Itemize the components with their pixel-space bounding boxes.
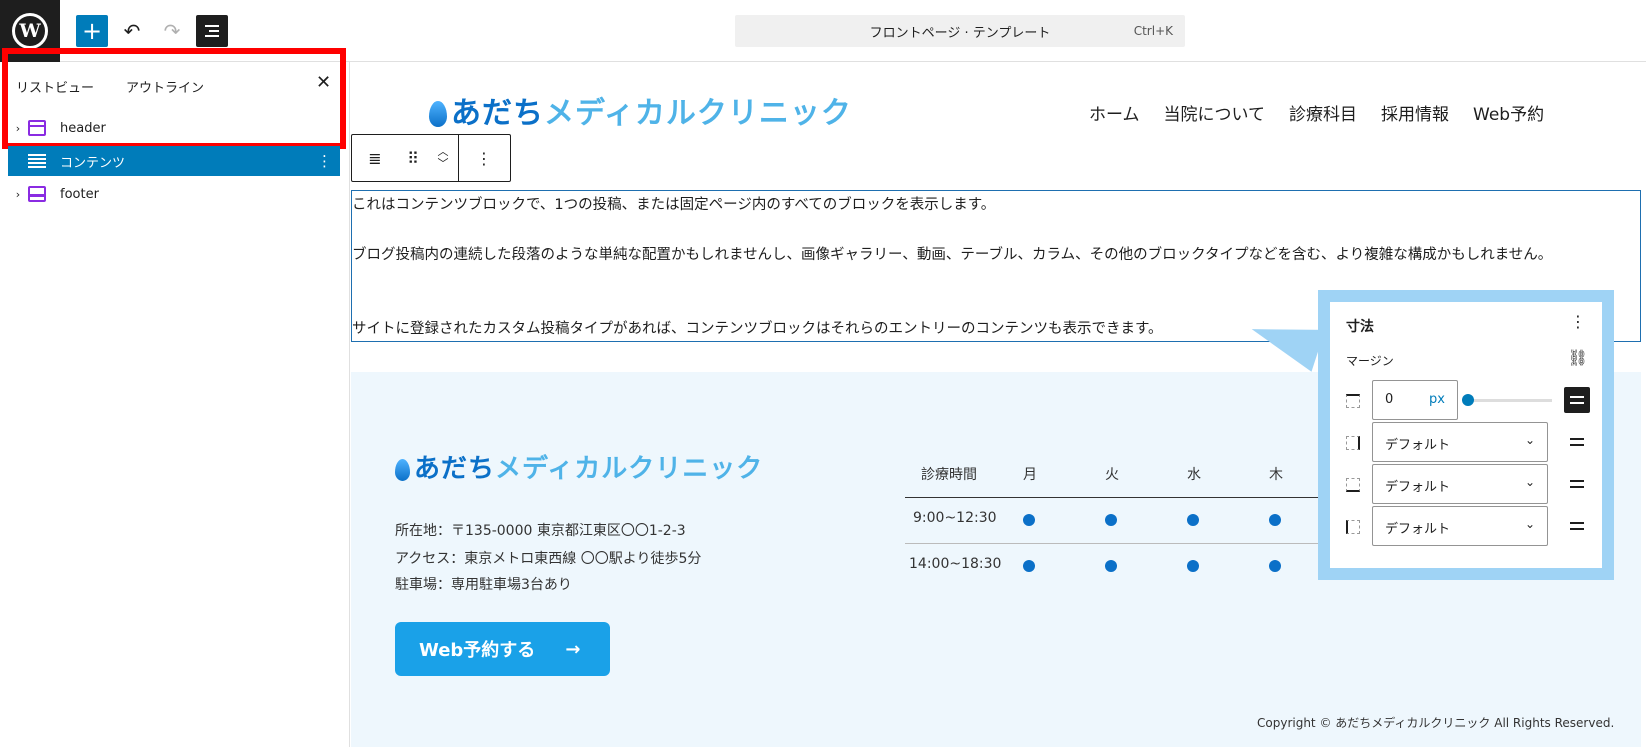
margin-bottom-select[interactable]: デフォルト ⌄ (1372, 464, 1548, 504)
margin-top-slider-track[interactable] (1468, 399, 1552, 402)
open-dot (1269, 560, 1281, 572)
footer-logo[interactable]: あだちメディカルクリニック (395, 448, 763, 485)
open-dot (1187, 560, 1199, 572)
open-dot (1269, 514, 1281, 526)
command-shortcut: Ctrl+K (1133, 24, 1173, 38)
redo-icon: ↷ (163, 19, 181, 43)
template-part-header-icon (28, 120, 46, 136)
chevron-down-icon: ⌄ (1524, 475, 1535, 489)
undo-icon: ↶ (123, 19, 141, 43)
drop-logo-icon (395, 459, 410, 481)
custom-size-toggle-icon[interactable] (1564, 429, 1590, 455)
margin-top-input[interactable]: 0 px (1372, 380, 1458, 420)
list-view-item-label: header (60, 120, 106, 136)
margin-left-icon (1346, 520, 1360, 534)
footer-address: 所在地：〒135-0000 東京都江東区〇〇1-2-3 (395, 523, 686, 539)
document-title: フロントページ · テンプレート (869, 25, 1051, 41)
margin-left-select[interactable]: デフォルト ⌄ (1372, 506, 1548, 546)
open-dot (1187, 514, 1199, 526)
open-dot (1023, 514, 1035, 526)
redo-button[interactable]: ↷ (156, 15, 188, 47)
margin-right-icon (1346, 436, 1360, 450)
list-view-item-footer[interactable]: › footer (8, 179, 340, 209)
drop-logo-icon (429, 101, 447, 127)
content-paragraph: ブログ投稿内の連続した段落のような単純な配置かもしれませんし、画像ギャラリー、動… (352, 247, 1553, 263)
margin-bottom-icon (1346, 478, 1360, 492)
custom-size-toggle-icon[interactable] (1564, 471, 1590, 497)
post-content-block-icon[interactable]: ≣ (352, 135, 398, 181)
chevron-down-icon: ⌄ (1524, 433, 1535, 447)
nav-item-recruit[interactable]: 採用情報 (1381, 100, 1449, 125)
list-view-item-label: コンテンツ (60, 155, 126, 171)
margin-label: マージン (1346, 354, 1394, 368)
margin-top-icon (1346, 394, 1360, 408)
undo-button[interactable]: ↶ (116, 15, 148, 47)
margin-right-select[interactable]: デフォルト ⌄ (1372, 422, 1548, 462)
document-bar[interactable]: フロントページ · テンプレート Ctrl+K (735, 15, 1185, 47)
content-paragraph: サイトに登録されたカスタム投稿タイプがあれば、コンテンツブロックはそれらのエント… (352, 321, 1163, 337)
arrow-right-icon: → (565, 638, 581, 660)
panel-options-icon[interactable]: ⋮ (1570, 312, 1586, 331)
custom-size-toggle-icon[interactable] (1564, 387, 1590, 413)
nav-item-about[interactable]: 当院について (1164, 100, 1266, 125)
open-dot (1105, 560, 1117, 572)
move-up-down-icon[interactable]: ︿ ﹀ (428, 135, 458, 181)
footer-access: アクセス：東京メトロ東西線 〇〇駅より徒歩5分 (395, 551, 702, 567)
more-options-icon[interactable]: ⋮ (459, 135, 509, 181)
post-content-icon (28, 153, 46, 169)
wordpress-logo-icon: W (12, 13, 48, 49)
cta-label: Web予約する (419, 640, 536, 661)
dimensions-panel-callout: 寸法 ⋮ マージン ⛓ 0 px デフォルト ⌄ デフォルト ⌄ デフォルト ⌄ (1318, 290, 1614, 580)
custom-size-toggle-icon[interactable] (1564, 513, 1590, 539)
list-view-item-label: footer (60, 186, 99, 202)
table-row: 14:00~18:30 (905, 544, 1335, 590)
web-reservation-button[interactable]: Web予約する → (395, 622, 610, 676)
chevron-right-icon[interactable]: › (8, 188, 28, 201)
unlink-sides-icon[interactable]: ⛓ (1568, 348, 1588, 367)
margin-top-slider-thumb[interactable] (1462, 394, 1474, 406)
chevron-down-icon: ⌄ (1524, 517, 1535, 531)
footer-parking: 駐車場：専用駐車場3台あり (395, 577, 572, 593)
content-paragraph: これはコンテンツブロックで、1つの投稿、または固定ページ内のすべてのブロックを表… (352, 197, 996, 213)
open-dot (1105, 514, 1117, 526)
document-overview-button[interactable] (196, 15, 228, 47)
plus-icon: + (81, 17, 103, 45)
site-navigation: ホーム 当院について 診療科目 採用情報 Web予約 (1089, 100, 1544, 125)
nav-item-web-reservation[interactable]: Web予約 (1473, 100, 1544, 125)
list-view-icon (205, 25, 219, 37)
block-options-icon[interactable]: ⋮ (317, 152, 332, 170)
table-header-row: 診療時間 月 火 水 木 (905, 452, 1335, 498)
nav-item-home[interactable]: ホーム (1089, 100, 1140, 125)
table-row: 9:00~12:30 (905, 498, 1335, 544)
editor-window: W + ↶ ↷ フロントページ · テンプレート Ctrl+K リストビュー ア… (0, 0, 1646, 747)
open-dot (1023, 560, 1035, 572)
add-block-button[interactable]: + (76, 15, 108, 47)
list-view-item-header[interactable]: › header (8, 113, 340, 143)
footer-copyright: Copyright © あだちメディカルクリニック All Rights Res… (1257, 716, 1615, 730)
template-part-footer-icon (28, 186, 46, 202)
nav-item-departments[interactable]: 診療科目 (1289, 100, 1357, 125)
panel-title: 寸法 (1346, 319, 1374, 335)
drag-handle-icon[interactable]: ⠿ (398, 135, 428, 181)
unit-select[interactable]: px (1429, 392, 1445, 407)
block-toolbar: ≣ ⠿ ︿ ﹀ ⋮ (351, 134, 511, 182)
site-logo[interactable]: あだちメディカルクリニック (429, 88, 852, 132)
list-view-item-post-content[interactable]: コンテンツ ⋮ (8, 146, 340, 176)
chevron-right-icon[interactable]: › (8, 122, 28, 135)
